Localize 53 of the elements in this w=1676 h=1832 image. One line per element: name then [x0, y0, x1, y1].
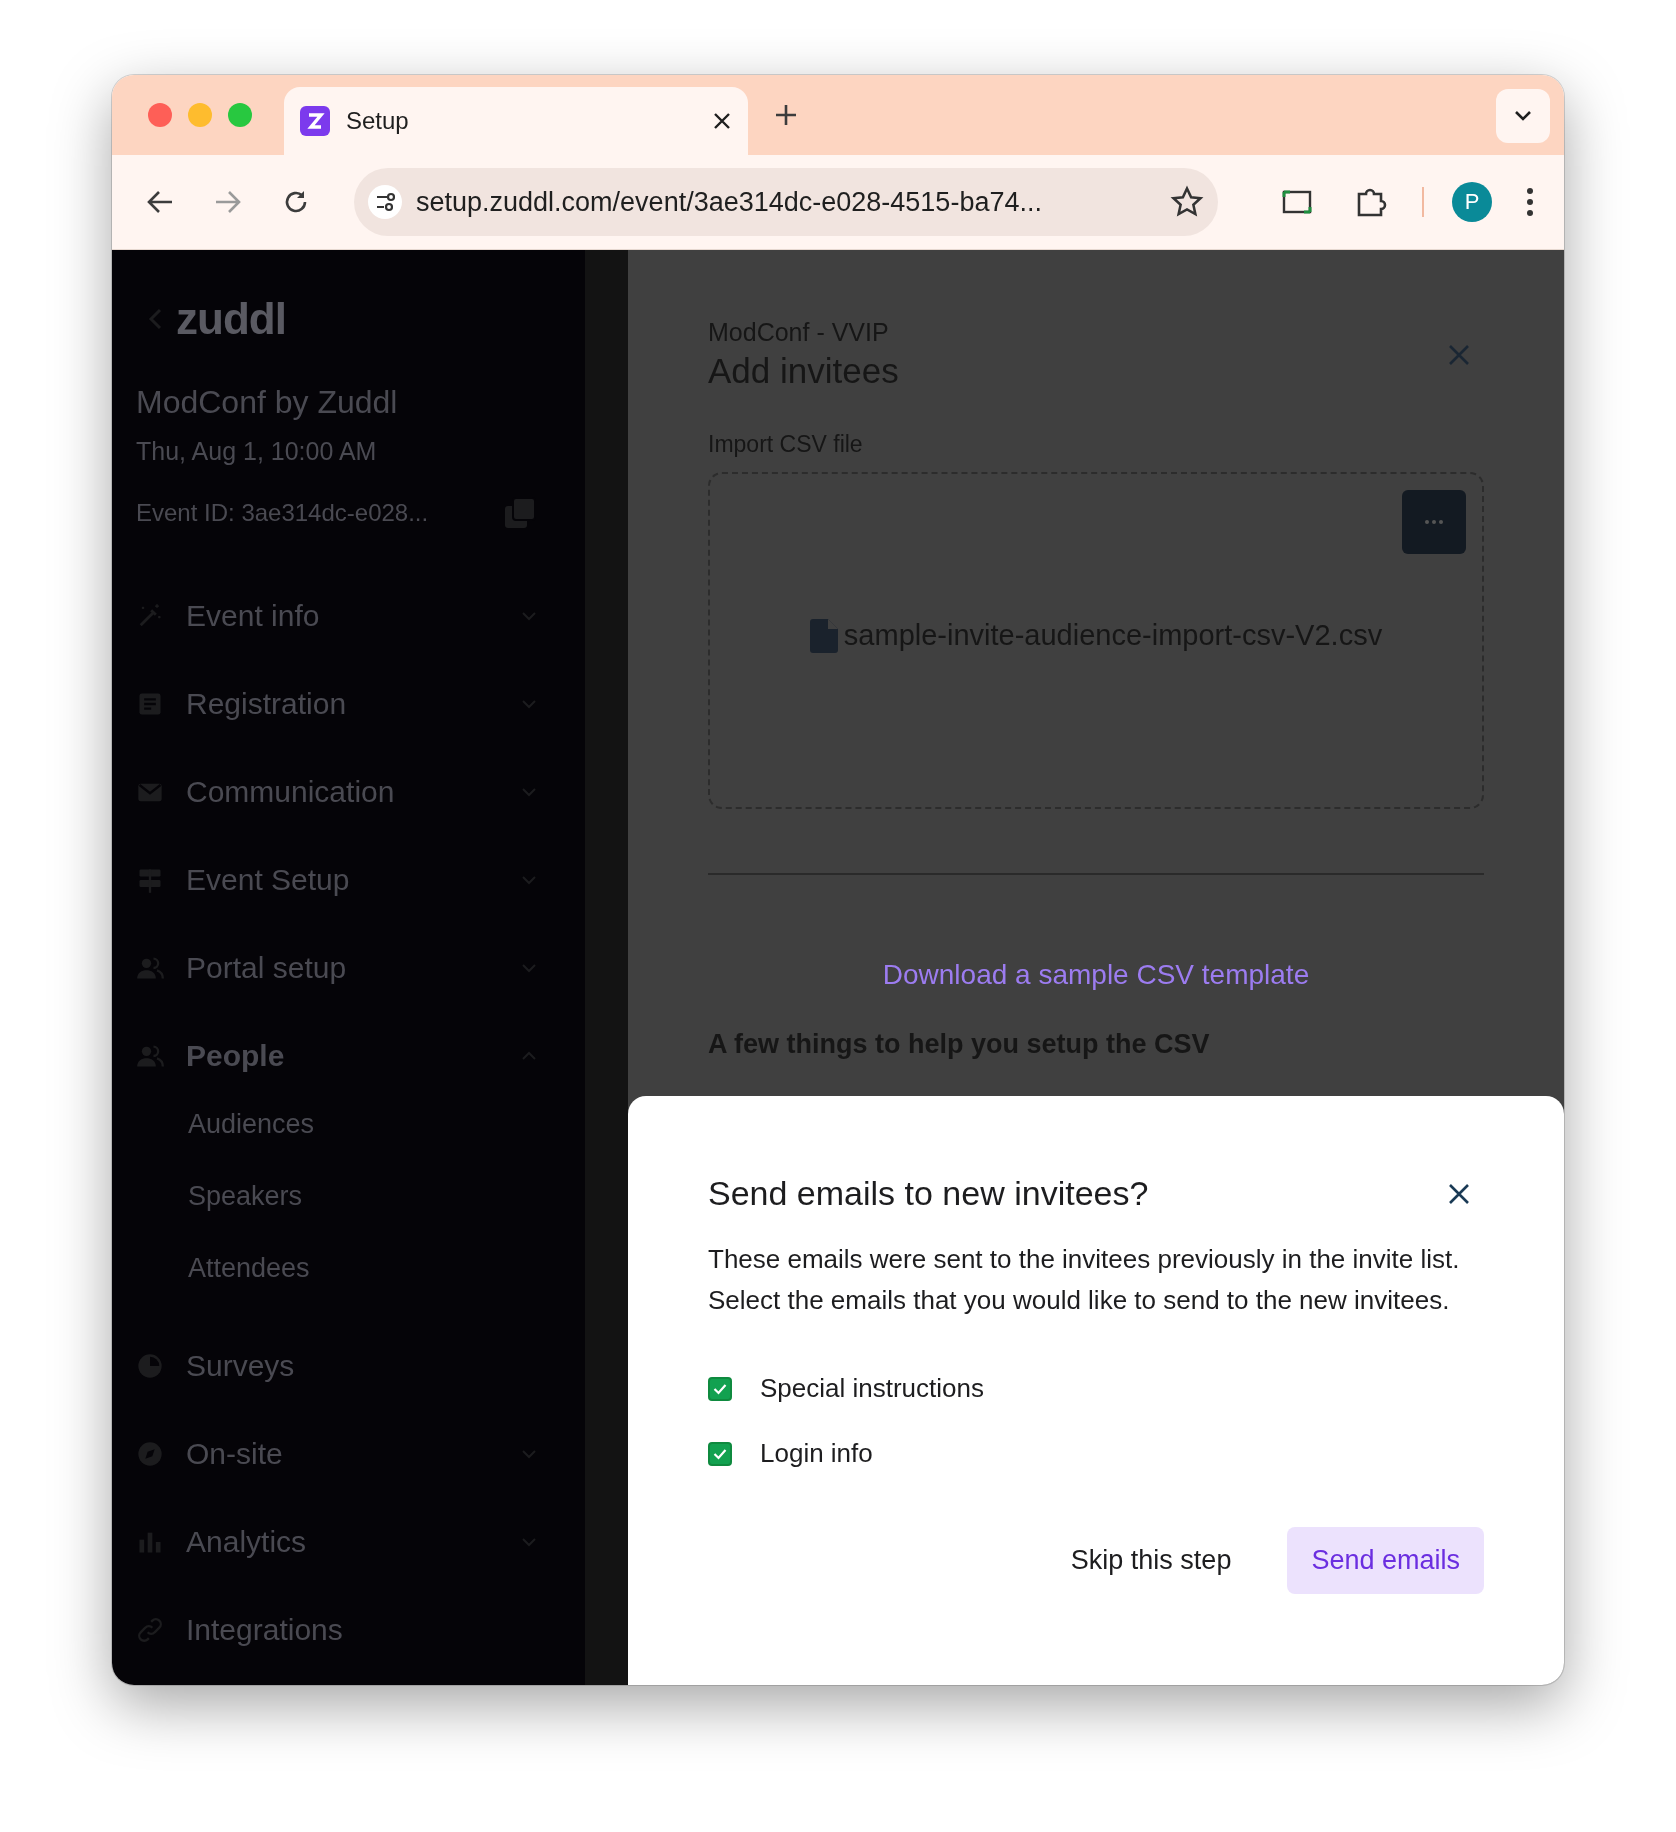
bookmark-star-icon[interactable] — [1170, 185, 1204, 219]
send-emails-button[interactable]: Send emails — [1287, 1527, 1484, 1594]
skip-button[interactable]: Skip this step — [1046, 1527, 1256, 1594]
chevron-down-icon — [521, 611, 537, 621]
address-bar[interactable]: setup.zuddl.com/event/3ae314dc-e028-4515-ba74... — [354, 168, 1218, 236]
pie-chart-icon — [136, 1352, 164, 1380]
sidebar-item[interactable]: Analytics — [186, 1525, 499, 1559]
chevron-down-icon — [1514, 110, 1532, 122]
chevron-down-icon — [521, 1449, 537, 1459]
sidebar-item[interactable]: Communication — [186, 775, 499, 809]
dialog-title: Send emails to new invitees? — [708, 1174, 1149, 1213]
chevron-down-icon — [521, 787, 537, 797]
check-icon — [713, 1382, 727, 1395]
dialog-message: These emails were sent to the invitees previously in the invite list. Select the emails that you would like to send to the new invitees. — [708, 1243, 1461, 1317]
checkbox[interactable] — [708, 1441, 732, 1466]
checkbox-label: Login info — [760, 1438, 873, 1469]
sidebar-item[interactable]: Integrations — [186, 1613, 561, 1647]
chevron-down-icon — [521, 1537, 537, 1547]
chevron-down-icon — [521, 963, 537, 973]
more-horizontal-icon — [1424, 519, 1444, 525]
compass-icon — [136, 1440, 164, 1468]
sidebar-item[interactable]: Surveys — [186, 1349, 561, 1383]
browser-tab[interactable]: Setup — [284, 87, 748, 155]
close-icon[interactable] — [712, 111, 732, 131]
chevron-down-icon — [521, 875, 537, 885]
sidebar-item[interactable]: Event info — [186, 599, 499, 633]
event-date: Thu, Aug 1, 10:00 AM — [136, 437, 378, 466]
sidebar-item[interactable]: Event Setup — [186, 863, 499, 897]
sidebar-item[interactable]: On-site — [186, 1437, 499, 1471]
chevron-down-icon — [521, 699, 537, 709]
sidebar-item[interactable]: People — [186, 1039, 499, 1073]
event-id: Event ID: 3ae314dc-e028... — [136, 499, 429, 527]
event-name: ModConf by Zuddl — [136, 384, 399, 421]
more-vertical-icon — [1526, 187, 1534, 217]
site-logo-icon — [300, 106, 330, 136]
check-icon — [713, 1447, 727, 1460]
logo: zuddl — [176, 294, 286, 344]
link-icon — [136, 1616, 164, 1644]
close-button[interactable] — [1448, 1182, 1470, 1205]
checkbox[interactable] — [708, 1376, 732, 1401]
template-download-link[interactable]: Download a sample CSV template — [882, 959, 1310, 991]
sidebar-subitem[interactable]: Attendees — [188, 1232, 561, 1304]
site-settings-icon[interactable] — [368, 185, 402, 219]
sidebar-item[interactable]: Registration — [186, 687, 499, 721]
chevron-up-icon — [521, 1051, 537, 1061]
close-window-button[interactable] — [148, 103, 172, 127]
new-tab-icon[interactable] — [774, 103, 798, 127]
sidebar-subitem[interactable]: Speakers — [188, 1160, 561, 1232]
sidebar-subitem[interactable]: Audiences — [188, 1088, 561, 1160]
file-icon — [809, 618, 838, 653]
checkbox-label: Special instructions — [760, 1373, 984, 1404]
profile-avatar[interactable]: P — [1452, 182, 1492, 222]
sidebar-item[interactable]: Portal setup — [186, 951, 499, 985]
